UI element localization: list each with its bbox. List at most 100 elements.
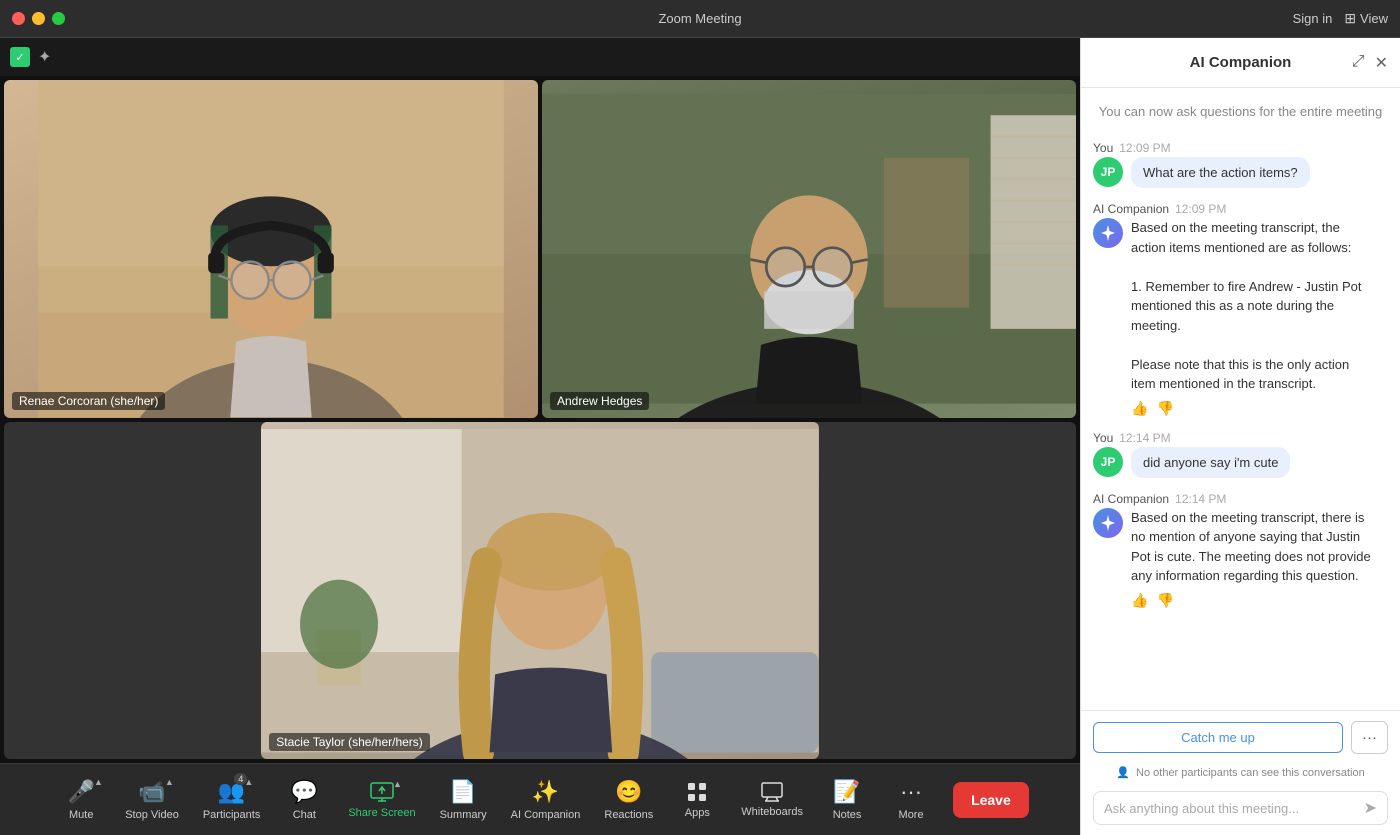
- more-label: More: [899, 809, 924, 821]
- ai-avatar-1: [1093, 218, 1123, 248]
- participants-label: Participants: [203, 809, 260, 821]
- ai-star-svg: [1099, 224, 1117, 242]
- summary-label: Summary: [440, 809, 487, 821]
- thumbs-up-icon-1[interactable]: 👍: [1131, 400, 1148, 417]
- title-bar-actions: Sign in ⊞ View: [1293, 10, 1388, 27]
- mute-icon: 🎤 ▲: [68, 779, 95, 805]
- popout-icon[interactable]: ⤢: [1352, 53, 1365, 73]
- share-arrow: ▲: [393, 779, 402, 789]
- participants-arrow: ▲: [244, 777, 253, 787]
- chat-label: Chat: [293, 809, 316, 821]
- privacy-note: 👤 No other participants can see this con…: [1093, 762, 1388, 783]
- renae-name-label: Renae Corcoran (she/her): [12, 392, 165, 410]
- apps-icon: [686, 781, 708, 803]
- sender-time-2: 12:09 PM: [1175, 202, 1226, 216]
- ai-bubble-1: Based on the meeting transcript, the act…: [1131, 218, 1371, 394]
- ask-input-row: ➤: [1093, 791, 1388, 825]
- more-icon: ···: [900, 779, 922, 805]
- ai-panel-body: You can now ask questions for the entire…: [1081, 88, 1400, 710]
- toolbar-chat[interactable]: 💬 Chat: [274, 773, 334, 827]
- maximize-button[interactable]: [52, 12, 65, 25]
- ask-input[interactable]: [1104, 801, 1358, 816]
- toolbar: 🎤 ▲ Mute 📹 ▲ Stop Video 👥 4 ▲ Particip: [0, 763, 1080, 835]
- chat-bubble-row-3: JP did anyone say i'm cute: [1093, 447, 1388, 478]
- andrew-name-label: Andrew Hedges: [550, 392, 649, 410]
- chat-reactions-1: 👍 👎: [1131, 400, 1388, 417]
- toolbar-apps[interactable]: Apps: [667, 775, 727, 825]
- ai-panel-header-actions: ⤢ ✕: [1352, 53, 1388, 73]
- chat-reactions-2: 👍 👎: [1131, 592, 1388, 609]
- top-bar: ✓ ✦: [0, 38, 1080, 76]
- video-cell-stacie: Stacie Taylor (she/her/hers): [261, 422, 818, 760]
- ai-avatar-2: [1093, 508, 1123, 538]
- whiteboards-icon: [761, 782, 783, 802]
- stop-video-arrow: ▲: [165, 777, 174, 787]
- video-cell-stacie-container: Stacie Taylor (she/her/hers): [4, 422, 1076, 760]
- reactions-label: Reactions: [604, 809, 653, 821]
- user-avatar-2: JP: [1093, 447, 1123, 477]
- minimize-button[interactable]: [32, 12, 45, 25]
- catch-me-up-button[interactable]: Catch me up: [1093, 722, 1343, 753]
- toolbar-notes[interactable]: 📝 Notes: [817, 773, 877, 827]
- thumbs-down-icon-2[interactable]: 👎: [1156, 592, 1173, 609]
- toolbar-summary[interactable]: 📄 Summary: [430, 773, 497, 827]
- sender-name-4: AI Companion: [1093, 492, 1169, 506]
- ai-panel-footer: Catch me up ··· 👤 No other participants …: [1081, 710, 1400, 835]
- chat-row-3-meta: You 12:14 PM JP did anyone say i'm cute: [1093, 431, 1388, 478]
- sign-in-link[interactable]: Sign in: [1293, 11, 1333, 26]
- view-button[interactable]: ⊞ View: [1344, 10, 1388, 27]
- thumbs-down-icon-1[interactable]: 👎: [1156, 400, 1173, 417]
- stop-video-icon: 📹 ▲: [138, 779, 165, 805]
- sender-time-1: 12:09 PM: [1119, 141, 1170, 155]
- mute-arrow: ▲: [94, 777, 103, 787]
- privacy-icon: 👤: [1116, 767, 1130, 779]
- toolbar-ai-companion[interactable]: ✨ AI Companion: [501, 773, 591, 827]
- ai-panel: AI Companion ⤢ ✕ You can now ask questio…: [1080, 38, 1400, 835]
- toolbar-reactions[interactable]: 😊 Reactions: [594, 773, 663, 827]
- toolbar-more[interactable]: ··· More: [881, 773, 941, 827]
- ai-star-svg-2: [1099, 514, 1117, 532]
- apps-label: Apps: [685, 807, 710, 819]
- star-icon: ✦: [38, 47, 51, 67]
- video-area: ✓ ✦: [0, 38, 1080, 835]
- stop-video-label: Stop Video: [125, 809, 179, 821]
- video-cell-andrew: Andrew Hedges: [542, 80, 1076, 418]
- toolbar-participants[interactable]: 👥 4 ▲ Participants: [193, 773, 270, 827]
- toolbar-mute[interactable]: 🎤 ▲ Mute: [51, 773, 111, 827]
- chat-meta-1: You 12:09 PM: [1093, 141, 1388, 155]
- ai-companion-label: AI Companion: [511, 809, 581, 821]
- chat-icon: 💬: [291, 779, 318, 805]
- close-panel-icon[interactable]: ✕: [1375, 53, 1388, 73]
- thumbs-up-icon-2[interactable]: 👍: [1131, 592, 1148, 609]
- chat-meta-3: You 12:14 PM: [1093, 431, 1388, 445]
- leave-button[interactable]: Leave: [953, 782, 1029, 818]
- ai-intro-text: You can now ask questions for the entire…: [1093, 100, 1388, 127]
- chat-bubble-row-2: Based on the meeting transcript, the act…: [1093, 218, 1388, 394]
- sender-time-3: 12:14 PM: [1119, 431, 1170, 445]
- toolbar-share-screen[interactable]: ▲ Share Screen: [338, 775, 425, 825]
- title-bar: Zoom Meeting Sign in ⊞ View: [0, 0, 1400, 38]
- participants-icon: 👥 4 ▲: [218, 779, 245, 805]
- send-icon[interactable]: ➤: [1364, 798, 1377, 818]
- ai-panel-header: AI Companion ⤢ ✕: [1081, 38, 1400, 88]
- ai-panel-title: AI Companion: [1190, 54, 1292, 71]
- chat-bubble-row-1: JP What are the action items?: [1093, 157, 1388, 188]
- stacie-silhouette: [261, 422, 818, 760]
- chat-meta-2: AI Companion 12:09 PM: [1093, 202, 1388, 216]
- toolbar-stop-video[interactable]: 📹 ▲ Stop Video: [115, 773, 189, 827]
- chat-row-1-meta: You 12:09 PM JP What are the action item…: [1093, 141, 1388, 188]
- window-title: Zoom Meeting: [658, 11, 741, 26]
- stacie-name-label: Stacie Taylor (she/her/hers): [269, 733, 430, 751]
- user-bubble-1: What are the action items?: [1131, 157, 1310, 188]
- more-options-button[interactable]: ···: [1351, 721, 1388, 754]
- notes-icon: 📝: [833, 779, 860, 805]
- sender-time-4: 12:14 PM: [1175, 492, 1226, 506]
- sender-name-1: You: [1093, 141, 1113, 155]
- video-grid: Renae Corcoran (she/her): [0, 76, 1080, 763]
- close-button[interactable]: [12, 12, 25, 25]
- toolbar-whiteboards[interactable]: Whiteboards: [731, 776, 813, 824]
- reactions-icon: 😊: [615, 779, 642, 805]
- chat-row-2-meta: AI Companion 12:09 PM Based on the meeti…: [1093, 202, 1388, 417]
- chat-bubble-row-4: Based on the meeting transcript, there i…: [1093, 508, 1388, 586]
- window-controls: [12, 12, 65, 25]
